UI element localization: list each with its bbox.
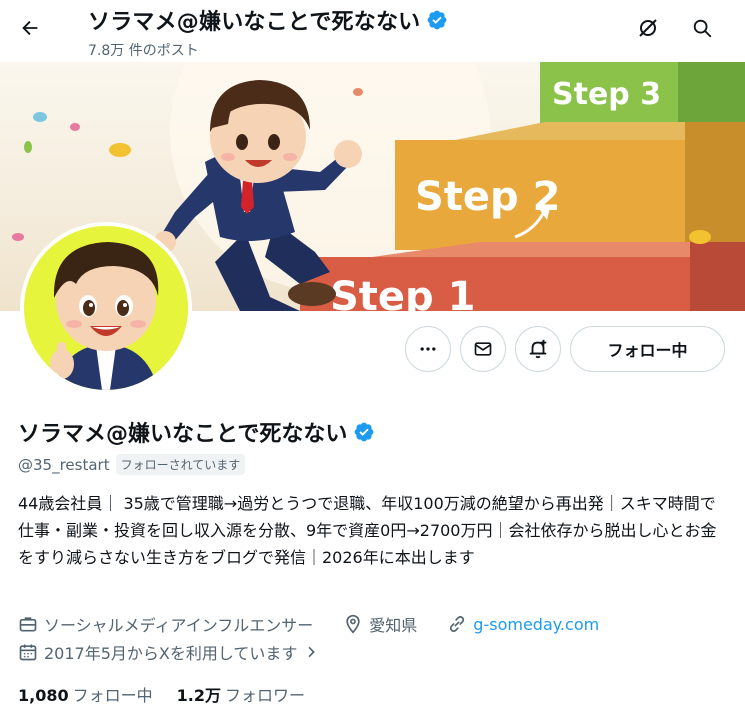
link-icon (450, 616, 465, 632)
post-count: 7.8万 件のポスト (88, 43, 199, 59)
following-button[interactable]: フォロー中 (570, 326, 725, 372)
following-count: 1,080 (18, 686, 69, 705)
message-button[interactable] (460, 326, 506, 372)
follows-you-badge: フォローされています (115, 454, 246, 475)
header-title: ソラマメ@嫌いなことで死なない (88, 10, 421, 35)
back-button[interactable] (12, 10, 48, 46)
avatar[interactable] (20, 222, 192, 394)
join-date-row[interactable]: 2017年5月からXを利用しています (18, 640, 319, 664)
more-dots-icon (420, 347, 436, 351)
profile-location: 愛知県 (369, 616, 418, 635)
followers-count: 1.2万 (176, 686, 221, 705)
verified-badge-icon (427, 10, 447, 30)
avatar-image (24, 226, 188, 390)
profile-category: ソーシャルメディアインフルエンサー (44, 616, 314, 635)
top-bar: ソラマメ@嫌いなことで死なない 7.8万 件のポスト (0, 0, 745, 62)
grok-button[interactable] (630, 10, 666, 46)
profile-website-link[interactable]: g-someday.com (473, 615, 599, 634)
notifications-button[interactable] (515, 326, 561, 372)
mail-icon (474, 342, 492, 356)
profile-name: ソラマメ@嫌いなことで死なない (18, 422, 348, 447)
step-2-label: Step 2 (415, 174, 560, 220)
search-button[interactable] (684, 10, 720, 46)
more-options-button[interactable] (405, 326, 451, 372)
followers-label: フォロワー (224, 686, 305, 705)
follow-stats: 1,080 フォロー中 1.2万 フォロワー (18, 682, 305, 706)
profile-handle: @35_restart (18, 455, 110, 474)
step-3-label: Step 3 (552, 77, 661, 112)
verified-badge-icon[interactable] (353, 421, 375, 443)
following-stat[interactable]: 1,080 フォロー中 (18, 682, 153, 706)
briefcase-icon (19, 617, 37, 632)
followers-stat[interactable]: 1.2万 フォロワー (177, 682, 305, 706)
following-label: フォロー中 (72, 686, 153, 705)
profile-joined: 2017年5月からXを利用しています (44, 644, 298, 663)
profile-bio: 44歳会社員｜ 35歳で管理職→過労とうつで退職、年収100万減の絶望から再出発… (18, 494, 717, 567)
bell-plus-icon (529, 339, 547, 359)
calendar-icon (19, 644, 37, 661)
chevron-right-icon (308, 646, 316, 658)
profile-name-row: ソラマメ@嫌いなことで死なない (18, 416, 375, 448)
search-icon (693, 19, 712, 38)
profile-meta-row: ソーシャルメディアインフルエンサー 愛知県 g-someday.com (18, 612, 599, 636)
location-pin-icon (346, 614, 360, 634)
handle-row: @35_restart フォローされています (18, 454, 246, 475)
grok-icon (639, 19, 657, 37)
arrow-left-icon (22, 20, 38, 36)
step-1-label: Step 1 (330, 274, 475, 311)
header-title-block: ソラマメ@嫌いなことで死なない 7.8万 件のポスト (88, 4, 448, 60)
